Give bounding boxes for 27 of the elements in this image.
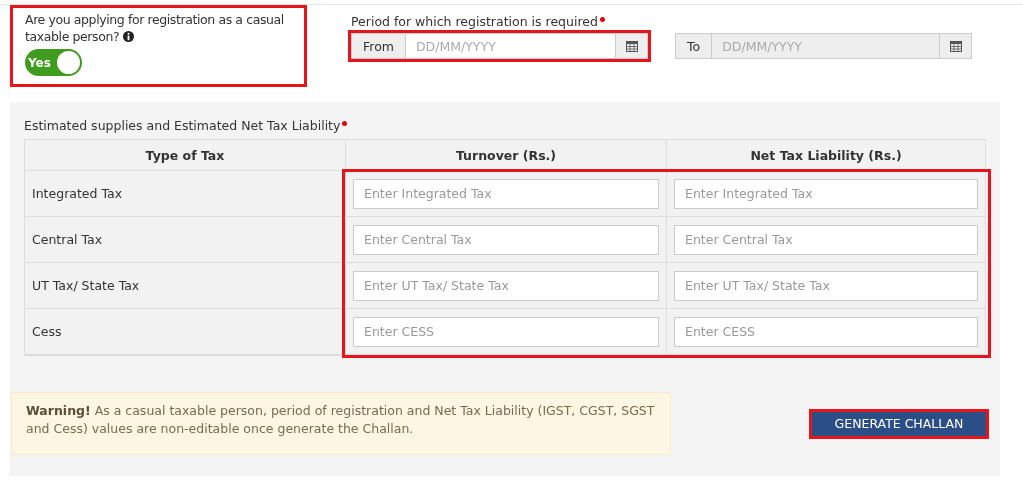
table-cell: Cess [25, 309, 346, 355]
column-header: Turnover (Rs.) [346, 140, 667, 171]
toggle-switch[interactable]: Yes [25, 49, 82, 76]
column-header: Net Tax Liability (Rs.) [667, 140, 986, 171]
table-cell: Integrated Tax [25, 171, 346, 217]
warning-message: Warning! As a casual taxable person, period of registration and Net Tax Liability (IGST, CGST, SGST and Cess) values are non-editable once generate the Challan. [11, 392, 671, 455]
calendar-icon [949, 40, 962, 52]
from-date-field[interactable]: DD/MM/YYYY [406, 34, 615, 58]
input-field[interactable]: Enter Central Tax [674, 224, 978, 255]
calendar-icon [625, 40, 638, 52]
input-field[interactable]: Enter Integrated Tax [353, 178, 659, 209]
question-label: Are you applying for registration as a casual taxable person? [25, 11, 285, 45]
input-field[interactable]: Enter Integrated Tax [674, 178, 978, 209]
date-field[interactable]: From DD/MM/YYYY [351, 33, 648, 59]
section-label: Estimated supplies and Estimated Net Tax Liability [24, 118, 348, 133]
period-label: Period for which registration is required [351, 14, 972, 29]
input-field[interactable]: Enter CESS [353, 316, 659, 347]
table-cell: UT Tax/ State Tax [25, 263, 346, 309]
input-field[interactable]: Enter UT Tax/ State Tax [674, 270, 978, 301]
input-field[interactable]: Enter UT Tax/ State Tax [353, 270, 659, 301]
input-field[interactable]: Enter CESS [674, 316, 978, 347]
info-icon [122, 31, 134, 42]
input-field[interactable]: Enter Central Tax [353, 224, 659, 255]
table-cell: Central Tax [25, 217, 346, 263]
field-addon: From [352, 34, 406, 58]
column-header: Type of Tax [25, 140, 346, 171]
generate-challan-button[interactable]: GENERATE CHALLAN [812, 411, 986, 436]
